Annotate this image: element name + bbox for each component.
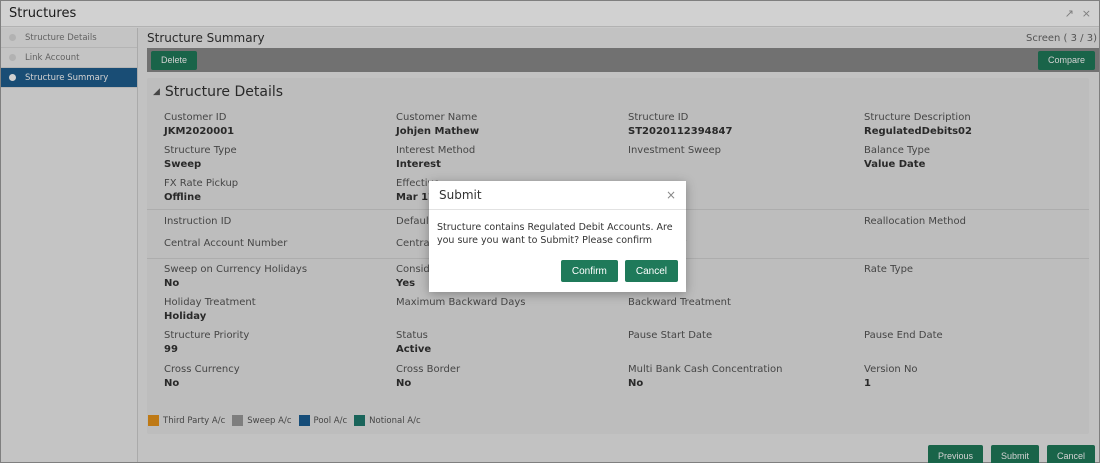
dialog-actions: Confirm Cancel [560, 260, 678, 282]
submit-dialog: Submit × Structure contains Regulated De… [429, 181, 686, 292]
close-icon[interactable]: × [666, 188, 676, 202]
dialog-cancel-button[interactable]: Cancel [624, 260, 678, 282]
dialog-message: Structure contains Regulated Debit Accou… [437, 222, 673, 246]
dialog-title: Submit [439, 188, 482, 202]
dialog-header: Submit × [429, 181, 686, 210]
confirm-button[interactable]: Confirm [560, 260, 618, 282]
